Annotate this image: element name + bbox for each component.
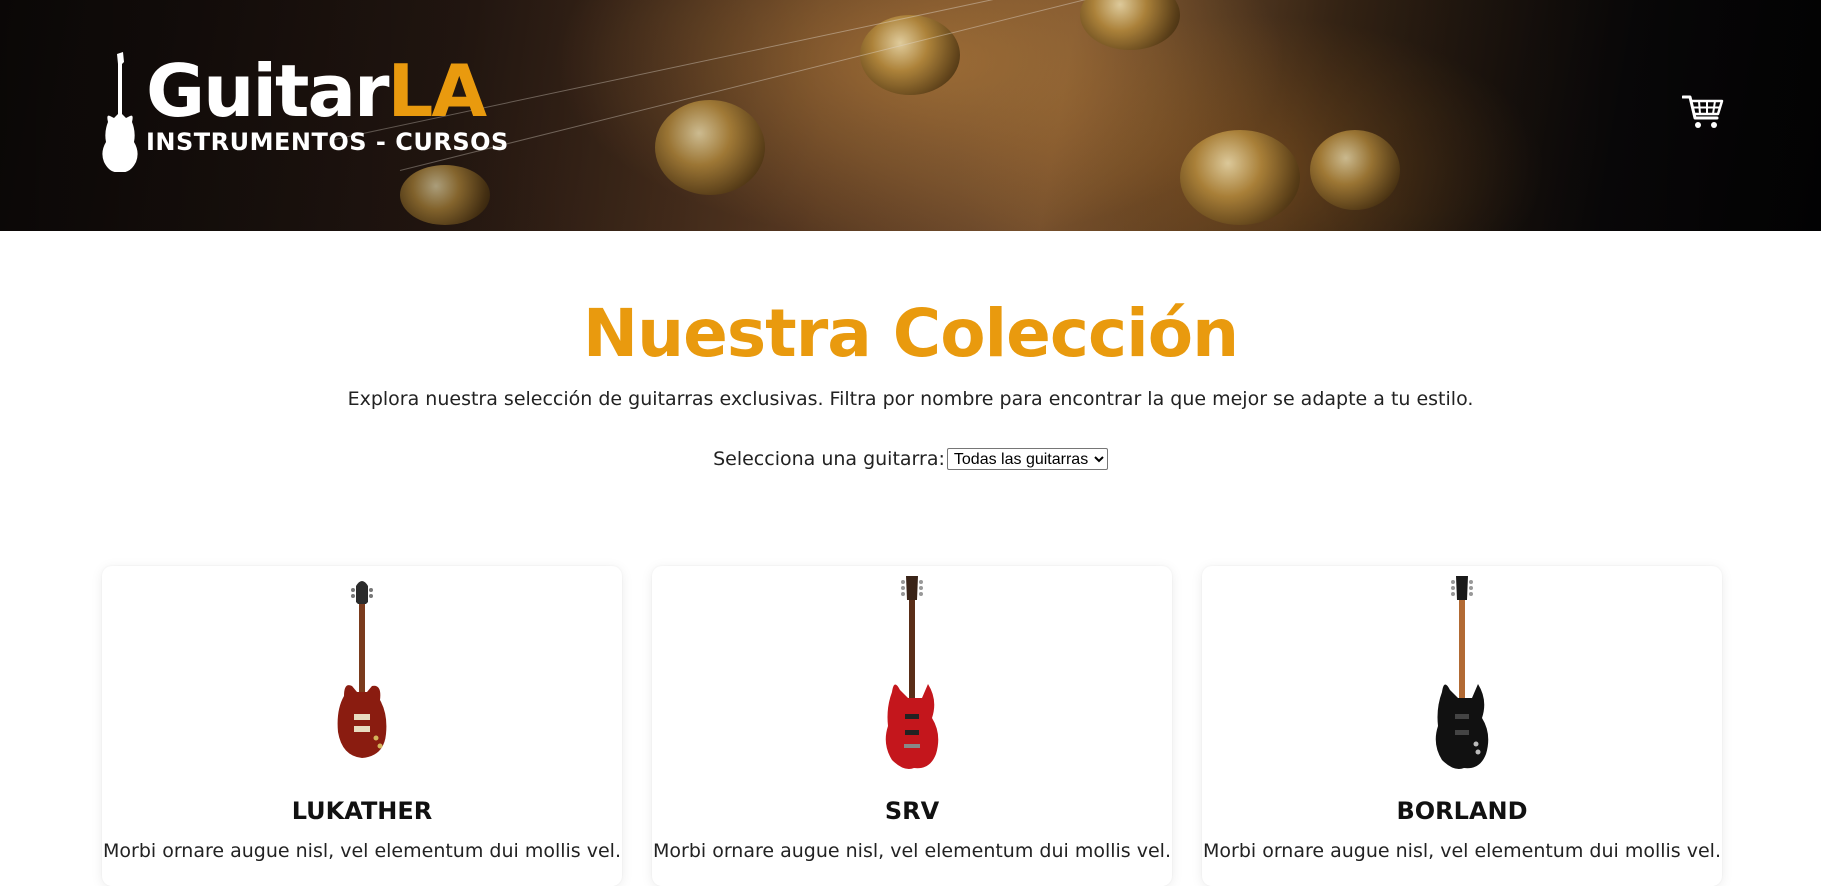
filter-label: Selecciona una guitarra: — [713, 448, 945, 470]
logo-tagline: INSTRUMENTOS - CURSOS — [146, 128, 509, 156]
product-description: Morbi ornare augue nisl, vel elementum d… — [653, 840, 1171, 862]
product-name: BORLAND — [1396, 797, 1528, 825]
shopping-cart-icon[interactable] — [1682, 94, 1724, 130]
guitar-image-srv — [885, 576, 939, 769]
page-title: Nuestra Colección — [582, 295, 1239, 372]
product-card[interactable]: SRV Morbi ornare augue nisl, vel element… — [652, 566, 1172, 886]
product-card[interactable]: LUKATHER Morbi ornare augue nisl, vel el… — [102, 566, 622, 886]
product-card[interactable]: BORLAND Morbi ornare augue nisl, vel ele… — [1202, 566, 1722, 886]
intro-text: Explora nuestra selección de guitarras e… — [347, 388, 1474, 410]
main-content: Nuestra Colección Explora nuestra selecc… — [0, 296, 1821, 472]
guitar-select[interactable]: Todas las guitarras — [946, 448, 1108, 470]
guitar-filter: Selecciona una guitarra: Todas las guita… — [0, 446, 1821, 472]
product-description: Morbi ornare augue nisl, vel elementum d… — [103, 840, 621, 862]
site-header: GuitarLA INSTRUMENTOS - CURSOS — [0, 0, 1821, 231]
product-description: Morbi ornare augue nisl, vel elementum d… — [1203, 840, 1721, 862]
logo-name-main: Guitar — [146, 49, 390, 133]
product-name: SRV — [884, 797, 940, 825]
guitar-logo-icon — [102, 52, 138, 172]
guitar-image-lukather — [337, 581, 387, 758]
product-grid: LUKATHER Morbi ornare augue nisl, vel el… — [102, 566, 1722, 886]
site-logo[interactable]: GuitarLA INSTRUMENTOS - CURSOS — [100, 52, 509, 172]
product-name: LUKATHER — [291, 797, 433, 825]
logo-name-accent: LA — [387, 49, 488, 133]
guitar-image-borland — [1435, 576, 1489, 769]
